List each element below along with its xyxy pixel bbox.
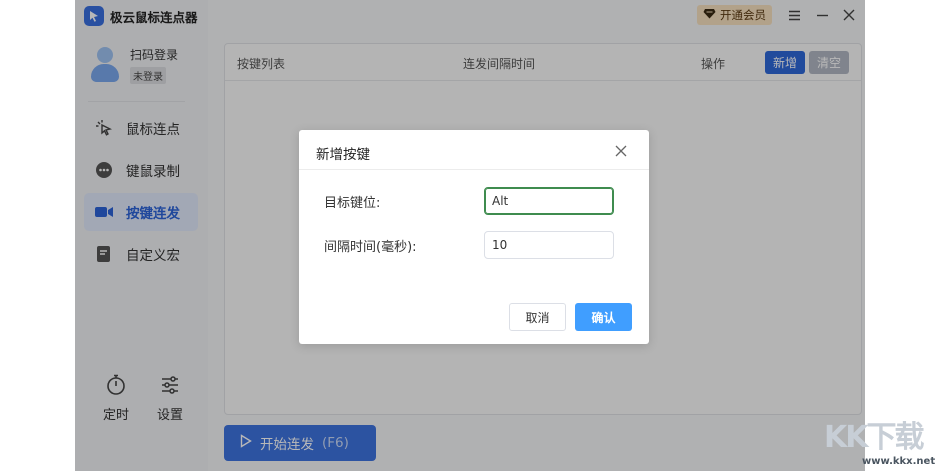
confirm-button[interactable]: 确认 [575, 303, 632, 331]
cancel-button[interactable]: 取消 [509, 303, 566, 331]
close-icon [614, 143, 628, 162]
interval-label: 间隔时间(毫秒): [324, 240, 417, 255]
dialog-title: 新增按键 [316, 147, 370, 163]
watermark-url: www.kkx.net [862, 456, 936, 467]
watermark-logo: KK下载 [824, 420, 924, 455]
dialog-close-button[interactable] [614, 143, 628, 157]
site-watermark: KK下载 www.kkx.net [824, 412, 942, 471]
target-key-input[interactable] [484, 187, 614, 215]
add-key-dialog: 新增按键 目标键位: 间隔时间(毫秒): 取消 确认 [299, 130, 649, 344]
interval-input[interactable] [484, 231, 614, 259]
target-key-label: 目标键位: [324, 196, 381, 211]
screen: 极云鼠标连点器 扫码登录 未登录 鼠标连点 键鼠录制 按键连发 自定义宏 定时 … [0, 0, 942, 471]
dialog-header: 新增按键 [299, 130, 649, 170]
